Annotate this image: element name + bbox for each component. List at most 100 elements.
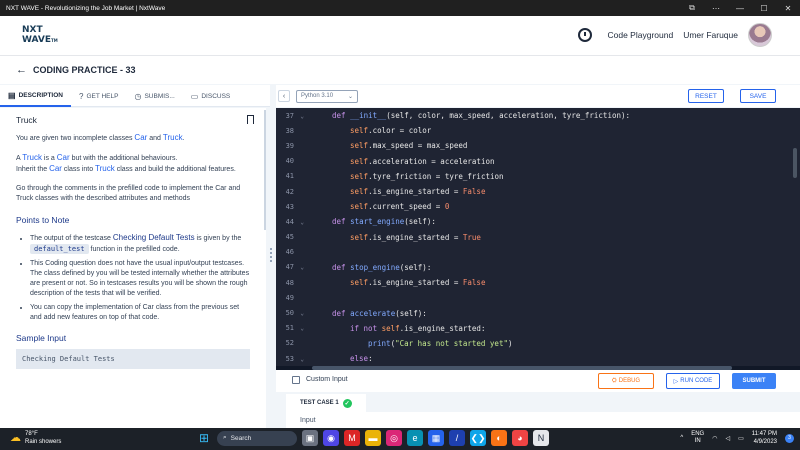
code-playground-link[interactable]: Code Playground [608, 30, 674, 40]
text: is given by the [194, 234, 242, 242]
highlight: Car [49, 164, 62, 173]
code-token: def [332, 111, 351, 121]
timer-icon[interactable] [577, 28, 592, 42]
editor-vertical-scrollbar[interactable] [790, 108, 800, 366]
avatar[interactable] [748, 23, 772, 47]
user-name[interactable]: Umer Faruque [683, 30, 738, 40]
fold-chevron-icon[interactable]: ⌄ [296, 325, 304, 332]
code-line[interactable]: 48 self.is_engine_started = False [276, 275, 790, 290]
code-line[interactable]: 39 self.max_speed = max_speed [276, 138, 790, 153]
code-token: "Car has not started yet" [395, 338, 508, 348]
tab-description[interactable]: ▤ DESCRIPTION [0, 85, 71, 107]
action-bar: Custom Input ⛭ DEBUG ▷ RUN CODE SUBMIT [276, 370, 800, 392]
editor-app-icon[interactable]: / [449, 430, 465, 446]
code-line[interactable]: 49 [276, 290, 790, 305]
code-line[interactable]: 47 ⌄ def stop_engine(self): [276, 260, 790, 275]
line-number: 45 [276, 233, 314, 241]
minimize-button[interactable]: — [728, 0, 752, 16]
collapse-button[interactable]: ‹ [278, 90, 290, 102]
code-line[interactable]: 42 self.is_engine_started = False [276, 184, 790, 199]
code-line[interactable]: 45 self.is_engine_started = True [276, 230, 790, 245]
code-line[interactable]: 52 print("Car has not started yet") [276, 336, 790, 351]
fold-chevron-icon[interactable]: ⌄ [296, 356, 304, 363]
tab-get-help[interactable]: ? GET HELP [71, 85, 126, 107]
maximize-button[interactable]: ☐ [752, 0, 776, 16]
text: class into [61, 166, 96, 173]
bookmark-icon[interactable] [247, 115, 254, 124]
clock[interactable]: 11:47 PM 4/9/2023 [752, 430, 777, 446]
chevron-down-icon: ⌄ [347, 93, 353, 100]
code-line[interactable]: 44 ⌄ def start_engine(self): [276, 214, 790, 229]
line-number: 48 [276, 279, 314, 287]
language-indicator[interactable]: ENG IN [691, 431, 704, 445]
code-line[interactable]: 51 ⌄ if not self.is_engine_started: [276, 321, 790, 336]
fold-chevron-icon[interactable]: ⌄ [296, 219, 304, 226]
more-icon[interactable]: ⋯ [704, 0, 728, 16]
drag-handle-icon[interactable] [270, 248, 272, 262]
file-explorer-icon[interactable]: ▬ [365, 430, 381, 446]
panel-splitter[interactable] [266, 108, 276, 428]
list-item: You can copy the implementation of Car c… [30, 303, 250, 323]
custom-input-label[interactable]: Custom Input [306, 376, 348, 383]
edge-icon[interactable]: e [407, 430, 423, 446]
code-line[interactable]: 46 [276, 245, 790, 260]
windows-start-icon[interactable]: ⊞ [196, 430, 212, 446]
instagram-icon[interactable]: ◎ [386, 430, 402, 446]
points-heading: Points to Note [16, 214, 70, 225]
mcafee-icon[interactable]: M [344, 430, 360, 446]
firefox-icon[interactable]: ◐ [491, 430, 507, 446]
code-line[interactable]: 40 self.acceleration = acceleration [276, 154, 790, 169]
volume-icon[interactable]: ◁ [725, 435, 730, 442]
taskbar-search[interactable]: ⌕ Search [217, 430, 297, 446]
wifi-icon[interactable]: ◠ [712, 435, 717, 442]
back-arrow-icon[interactable]: ← [16, 64, 27, 76]
code-token: start_engine [350, 217, 405, 227]
fold-chevron-icon[interactable]: ⌄ [296, 113, 304, 120]
code-line[interactable]: 41 self.tyre_friction = tyre_friction [276, 169, 790, 184]
chevron-up-icon[interactable]: ^ [680, 435, 683, 441]
code-line[interactable]: 53 ⌄ else: [276, 351, 790, 366]
search-icon: ⌕ [223, 434, 227, 441]
code-line[interactable]: 43 self.current_speed = 0 [276, 199, 790, 214]
fold-chevron-icon[interactable]: ⌄ [296, 264, 304, 271]
teams-icon[interactable]: ◉ [323, 430, 339, 446]
header-right: Code Playground Umer Faruque [577, 23, 772, 47]
nxtwave-app-icon[interactable]: N [533, 430, 549, 446]
debug-button[interactable]: ⛭ DEBUG [598, 373, 654, 389]
battery-icon[interactable]: ▭ [738, 435, 744, 442]
notification-badge[interactable]: 3 [785, 433, 794, 443]
code-line[interactable]: 38 self.color = color [276, 123, 790, 138]
run-code-button[interactable]: ▷ RUN CODE [666, 373, 720, 389]
fold-chevron-icon[interactable]: ⌄ [296, 310, 304, 317]
language-select[interactable]: Python 3.10 ⌄ [296, 89, 358, 103]
chrome-icon[interactable]: ◕ [512, 430, 528, 446]
task-view-icon[interactable]: ▣ [302, 430, 318, 446]
submit-button[interactable]: SUBMIT [732, 373, 776, 389]
store-icon[interactable]: ▦ [428, 430, 444, 446]
reset-button[interactable]: RESET [688, 89, 724, 103]
code-token: .current_speed = [368, 202, 445, 212]
code-token: False [462, 278, 486, 288]
vscode-icon[interactable]: ❮❯ [470, 430, 486, 446]
code-line[interactable]: 37 ⌄ def __init__(self, color, max_speed, … [276, 108, 790, 123]
code-editor[interactable]: 37 ⌄ def __init__(self, color, max_speed, … [276, 108, 790, 366]
line-number: 44 ⌄ [285, 217, 304, 226]
test-results-area: TEST CASE 1 ✓ Input [276, 392, 800, 428]
code-line[interactable]: 50 ⌄ def accelerate(self): [276, 305, 790, 320]
line-number: 49 [276, 294, 314, 302]
snap-icon[interactable]: ⧉ [680, 0, 704, 16]
custom-input-checkbox[interactable] [292, 376, 300, 384]
tab-test-case-1[interactable]: TEST CASE 1 ✓ [286, 394, 366, 412]
save-button[interactable]: SAVE [740, 89, 776, 103]
code-token: (self): [404, 217, 436, 227]
nxtwave-logo[interactable]: NXT WAVETM [22, 25, 58, 46]
tab-submissions[interactable]: ◷ SUBMIS... [126, 85, 182, 107]
scroll-thumb[interactable] [793, 148, 797, 178]
tab-discuss[interactable]: ▭ DISCUSS [183, 85, 238, 107]
code-text: self.is_engine_started = False [314, 278, 485, 287]
weather-widget[interactable]: ☁ 78°F Rain showers [10, 430, 61, 446]
close-button[interactable]: ✕ [776, 0, 800, 16]
